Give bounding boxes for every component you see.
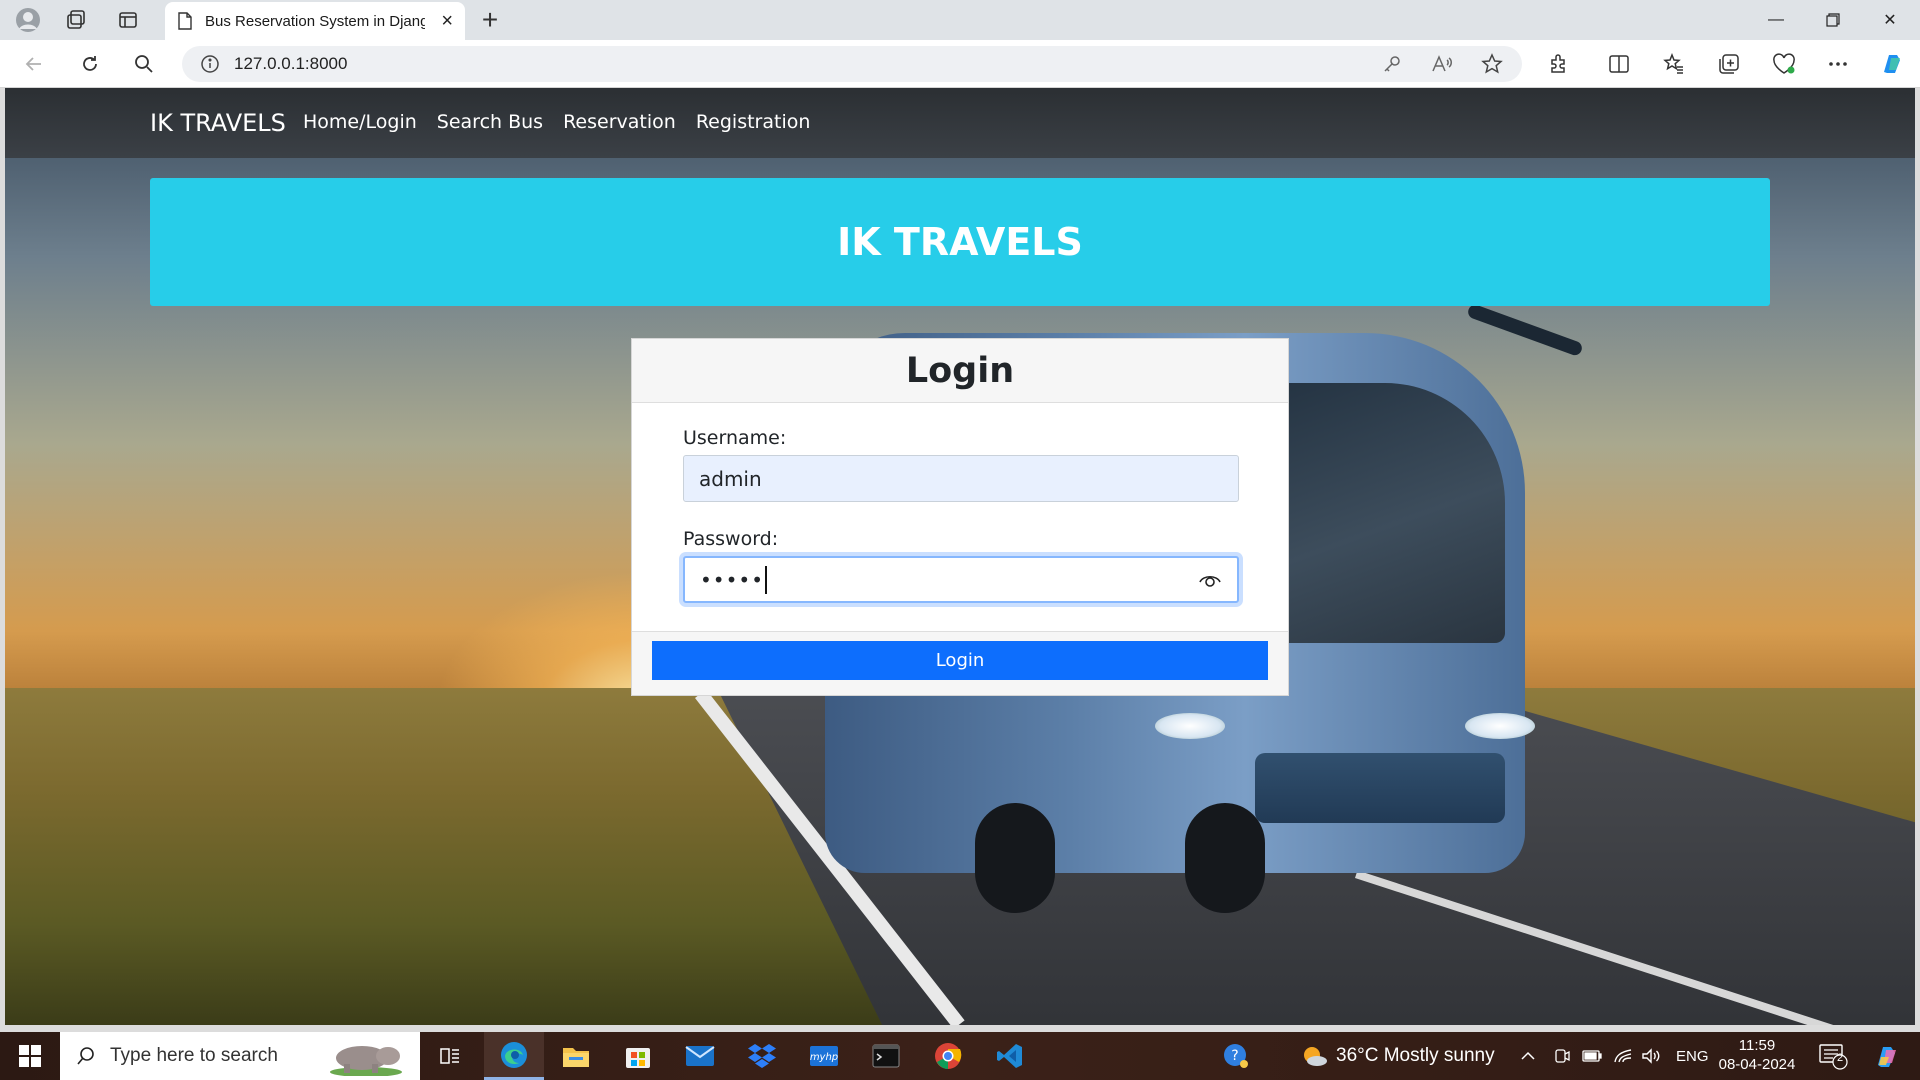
page-icon [178,12,192,30]
page-viewport: IK TRAVELS Home/Login Search Bus Reserva… [5,88,1915,1025]
address-bar[interactable]: 127.0.0.1:8000 [182,46,1522,82]
new-tab-button[interactable]: + [472,4,508,36]
close-tab-icon[interactable]: × [441,11,453,31]
terminal-icon[interactable] [856,1032,916,1080]
browser-tab-bar: Bus Reservation System in Django × + — ✕ [0,0,1920,40]
site-info-icon[interactable] [200,54,220,74]
nav-search-bus[interactable]: Search Bus [437,111,543,133]
browser-essentials-icon[interactable] [1766,48,1802,80]
text-caret [764,565,767,594]
login-form: Username: admin Password: ••••• [632,403,1288,633]
myhp-icon[interactable]: myhp [794,1032,854,1080]
copilot-taskbar-icon[interactable] [1872,1032,1902,1080]
windows-logo-icon [19,1045,41,1067]
minimize-button[interactable]: — [1748,0,1804,40]
profile-icon[interactable] [8,4,48,36]
login-card-footer: Login [632,631,1288,695]
chrome-icon[interactable] [918,1032,978,1080]
login-heading: Login [905,350,1015,391]
mail-icon[interactable] [670,1032,730,1080]
workspaces-icon[interactable] [56,4,96,36]
notifications-icon[interactable]: 2 [1818,1032,1848,1080]
wifi-icon[interactable] [1613,1032,1633,1080]
tab-title: Bus Reservation System in Django [205,12,425,30]
weather-sun-cloud-icon [1304,1047,1327,1066]
login-card-header: Login [632,339,1288,403]
password-key-icon[interactable] [1374,48,1410,80]
task-view-icon[interactable] [420,1032,480,1080]
tab-actions-icon[interactable] [108,4,148,36]
microsoft-store-icon[interactable] [608,1032,668,1080]
clock[interactable]: 11:59 08-04-2024 [1712,1036,1802,1074]
search-icon [77,1047,94,1065]
more-options-icon[interactable] [1820,48,1856,80]
taskbar-search-placeholder: Type here to search [110,1045,278,1066]
hero-banner: IK TRAVELS [150,178,1770,306]
search-icon[interactable] [126,48,162,80]
volume-icon[interactable] [1641,1032,1661,1080]
meet-now-camera-icon[interactable] [1553,1032,1571,1080]
favorite-star-icon[interactable] [1474,48,1510,80]
restore-button[interactable] [1805,0,1861,40]
back-icon[interactable] [16,48,52,80]
nav-reservation[interactable]: Reservation [563,111,676,133]
svg-text:?: ? [1231,1048,1238,1064]
extensions-icon[interactable] [1541,48,1577,80]
password-value: ••••• [700,567,764,592]
start-button[interactable] [0,1032,60,1080]
tab-active[interactable]: Bus Reservation System in Django × [165,2,465,40]
site-brand[interactable]: IK TRAVELS [150,109,286,137]
taskbar: Type here to search myhp ? 36°C Mostly s… [0,1032,1920,1080]
battery-icon[interactable] [1582,1032,1602,1080]
browser-toolbar: 127.0.0.1:8000 [0,40,1920,88]
nav-home-login[interactable]: Home/Login [303,111,417,133]
close-window-button[interactable]: ✕ [1862,0,1918,40]
weather-text: 36°C Mostly sunny [1336,1045,1495,1066]
password-label: Password: [683,528,779,550]
refresh-icon[interactable] [72,48,108,80]
svg-text:myhp: myhp [810,1052,838,1063]
url-text: 127.0.0.1:8000 [234,54,348,73]
show-password-eye-icon[interactable] [1198,571,1222,589]
clock-time: 11:59 [1738,1037,1776,1054]
split-screen-icon[interactable] [1601,48,1637,80]
edge-taskbar-icon[interactable] [484,1032,544,1080]
read-aloud-icon[interactable] [1424,48,1460,80]
login-card: Login Username: admin Password: ••••• Lo… [631,338,1289,696]
clock-date: 08-04-2024 [1718,1056,1796,1073]
help-icon[interactable]: ? [1222,1032,1250,1080]
password-input[interactable]: ••••• [683,556,1239,603]
taskbar-search-box[interactable]: Type here to search [60,1032,420,1080]
hero-title: IK TRAVELS [837,220,1083,264]
site-navbar: IK TRAVELS Home/Login Search Bus Reserva… [5,88,1915,158]
notification-count-badge: 2 [1836,1052,1844,1064]
show-hidden-icons-chevron-up-icon[interactable] [1520,1032,1536,1080]
favorites-list-icon[interactable] [1656,48,1692,80]
file-explorer-icon[interactable] [546,1032,606,1080]
collections-icon[interactable] [1711,48,1747,80]
login-button[interactable]: Login [652,641,1268,680]
weather-widget[interactable]: 36°C Mostly sunny [1300,1032,1495,1080]
username-label: Username: [683,427,787,449]
username-input[interactable]: admin [683,455,1239,502]
vscode-icon[interactable] [980,1032,1040,1080]
username-value: admin [699,466,762,491]
dropbox-icon[interactable] [732,1032,792,1080]
search-highlight-hippo-icon [330,1046,402,1076]
site-menu: Home/Login Search Bus Reservation Regist… [303,111,810,133]
nav-registration[interactable]: Registration [696,111,811,133]
copilot-icon[interactable] [1874,48,1910,80]
language-indicator[interactable]: ENG [1676,1032,1709,1080]
